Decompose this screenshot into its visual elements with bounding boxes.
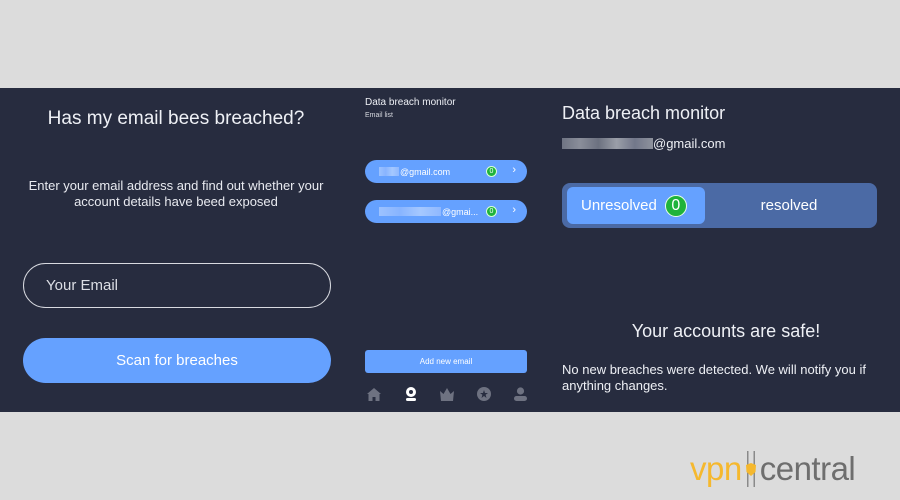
monitored-email-domain: @gmail.com (653, 136, 726, 151)
breach-count-badge: 0 (486, 166, 497, 177)
status-segmented-control: Unresolved 0 resolved (562, 183, 877, 228)
webcam-icon (405, 387, 416, 401)
monitor-title: Data breach monitor (562, 103, 726, 123)
nav-home[interactable] (366, 386, 382, 402)
tab-resolved[interactable]: resolved (705, 187, 873, 224)
breach-count-badge: 0 (486, 206, 497, 217)
crown-icon (440, 387, 454, 401)
shield-icon (745, 451, 756, 487)
email-list-header-title: Data breach monitor (365, 97, 456, 108)
signup-description: Enter your email address and find out wh… (28, 178, 324, 209)
email-input[interactable] (23, 263, 331, 308)
nav-premium[interactable] (439, 386, 455, 402)
safe-status-description: No new breaches were detected. We will n… (562, 362, 866, 393)
tab-unresolved-label: Unresolved (581, 197, 657, 214)
email-list-subtitle: Email list (365, 112, 394, 119)
chevron-right-icon: › (512, 164, 516, 176)
email-list-item[interactable]: @gmail.com 0 › (365, 160, 527, 183)
safe-status-title: Your accounts are safe! (631, 321, 821, 341)
vpncentral-logo: vpn central (690, 449, 856, 489)
tab-unresolved[interactable]: Unresolved 0 (567, 187, 705, 224)
home-icon (367, 387, 381, 401)
email-address: @gmail.com (400, 166, 451, 177)
nav-profile[interactable] (512, 386, 528, 402)
bottom-nav (362, 386, 532, 404)
email-address: @gmai... (442, 206, 479, 217)
redacted-email-prefix (379, 207, 441, 216)
logo-text-central: central (759, 450, 856, 487)
unresolved-count-badge: 0 (664, 194, 687, 217)
logo-text-vpn: vpn (690, 450, 742, 487)
tab-resolved-label: resolved (760, 197, 818, 214)
profile-icon (513, 387, 527, 401)
scan-for-breaches-button[interactable]: Scan for breaches (23, 338, 331, 383)
signup-title: Has my email bees breached? (47, 108, 305, 129)
add-new-email-button[interactable]: Add new email (365, 350, 527, 373)
email-list-item[interactable]: @gmai... 0 › (365, 200, 527, 223)
redacted-email-prefix (379, 167, 399, 176)
nav-monitor[interactable] (403, 386, 419, 402)
redacted-email-prefix (562, 138, 653, 149)
nav-favorites[interactable] (476, 386, 492, 402)
star-icon (476, 387, 491, 401)
monitored-email: @gmail.com (562, 136, 725, 151)
chevron-right-icon: › (512, 204, 516, 216)
